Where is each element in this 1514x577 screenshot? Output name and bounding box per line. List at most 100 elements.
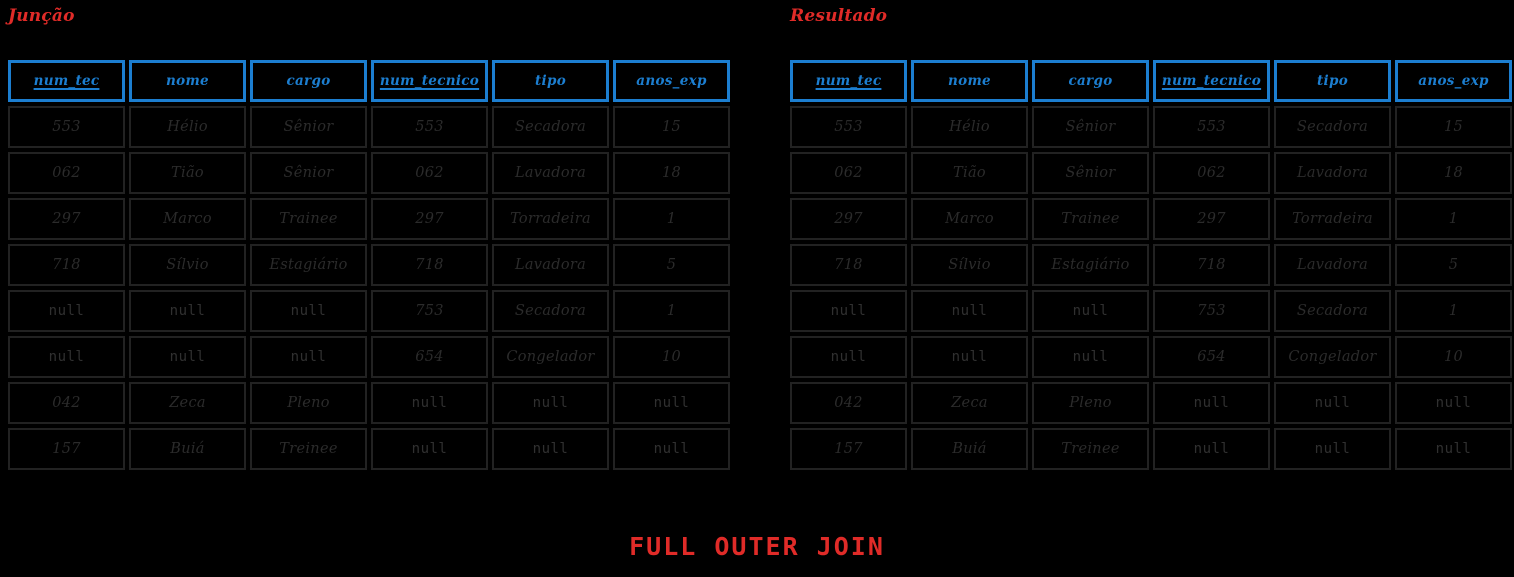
table-cell: 553 — [8, 106, 125, 148]
table-cell: null — [129, 290, 246, 332]
table-cell: Lavadora — [1274, 244, 1391, 286]
table-row: 157 Buiá Treinee null null null — [8, 428, 730, 470]
table-row: null null null 654 Congelador 10 — [790, 336, 1512, 378]
table-cell: Sílvio — [911, 244, 1028, 286]
table-row: null null null 753 Secadora 1 — [8, 290, 730, 332]
column-header-nome[interactable]: nome — [129, 60, 246, 102]
table-cell: null — [371, 428, 488, 470]
table-cell: Secadora — [1274, 290, 1391, 332]
column-header-label: anos_exp — [1418, 73, 1489, 89]
column-header-tipo[interactable]: tipo — [492, 60, 609, 102]
table-cell: 718 — [1153, 244, 1270, 286]
table-row: 553 Hélio Sênior 553 Secadora 15 — [790, 106, 1512, 148]
table-cell: 718 — [790, 244, 907, 286]
table-cell: null — [1153, 382, 1270, 424]
table-cell: 1 — [1395, 290, 1512, 332]
table-cell: null — [1032, 290, 1149, 332]
table-cell: 553 — [790, 106, 907, 148]
table-cell: null — [1395, 428, 1512, 470]
table-row: 297 Marco Trainee 297 Torradeira 1 — [8, 198, 730, 240]
table-row: 157 Buiá Treinee null null null — [790, 428, 1512, 470]
table-cell: Estagiário — [250, 244, 367, 286]
table-row: 718 Sílvio Estagiário 718 Lavadora 5 — [790, 244, 1512, 286]
table-cell: Sênior — [1032, 152, 1149, 194]
table-cell: null — [1395, 382, 1512, 424]
table-cell: null — [1032, 336, 1149, 378]
column-header-label: nome — [166, 73, 209, 89]
table-cell: null — [129, 336, 246, 378]
column-header-anos_exp[interactable]: anos_exp — [1395, 60, 1512, 102]
table-row: 718 Sílvio Estagiário 718 Lavadora 5 — [8, 244, 730, 286]
table-cell: Lavadora — [1274, 152, 1391, 194]
table-row: 062 Tião Sênior 062 Lavadora 18 — [790, 152, 1512, 194]
table-cell: null — [1274, 428, 1391, 470]
table-cell: Torradeira — [1274, 198, 1391, 240]
table-cell: 042 — [790, 382, 907, 424]
table-cell: 1 — [1395, 198, 1512, 240]
column-header-cargo[interactable]: cargo — [250, 60, 367, 102]
table-cell: 157 — [790, 428, 907, 470]
table-cell: null — [1274, 382, 1391, 424]
table-cell: Treinee — [250, 428, 367, 470]
table-cell: 18 — [1395, 152, 1512, 194]
column-header-nome[interactable]: nome — [911, 60, 1028, 102]
column-header-label: num_tecnico — [1161, 73, 1262, 89]
table-cell: null — [1153, 428, 1270, 470]
table-cell: 062 — [8, 152, 125, 194]
column-header-anos_exp[interactable]: anos_exp — [613, 60, 730, 102]
table-cell: null — [911, 290, 1028, 332]
result-table-title: Resultado — [790, 6, 888, 26]
join-type-caption: FULL OUTER JOIN — [629, 532, 885, 561]
table-cell: null — [8, 336, 125, 378]
table-cell: Sênior — [1032, 106, 1149, 148]
column-header-num_tec[interactable]: num_tec — [790, 60, 907, 102]
table-cell: 062 — [371, 152, 488, 194]
table-cell: Congelador — [492, 336, 609, 378]
table-cell: Lavadora — [492, 244, 609, 286]
table-cell: 553 — [1153, 106, 1270, 148]
table-cell: Zeca — [911, 382, 1028, 424]
table-cell: Treinee — [1032, 428, 1149, 470]
table-cell: 654 — [1153, 336, 1270, 378]
column-header-tipo[interactable]: tipo — [1274, 60, 1391, 102]
table-cell: 062 — [1153, 152, 1270, 194]
table-cell: Sênior — [250, 152, 367, 194]
table-cell: Trainee — [1032, 198, 1149, 240]
table-cell: null — [371, 382, 488, 424]
column-header-label: cargo — [1068, 73, 1113, 89]
column-header-label: tipo — [1316, 73, 1348, 89]
column-header-cargo[interactable]: cargo — [1032, 60, 1149, 102]
table-cell: null — [8, 290, 125, 332]
column-header-label: tipo — [534, 73, 566, 89]
column-header-num_tecnico[interactable]: num_tecnico — [1153, 60, 1270, 102]
table-cell: 297 — [1153, 198, 1270, 240]
column-header-num_tec[interactable]: num_tec — [8, 60, 125, 102]
table-cell: null — [250, 336, 367, 378]
table-row: null null null 654 Congelador 10 — [8, 336, 730, 378]
table-cell: null — [613, 382, 730, 424]
table-cell: Trainee — [250, 198, 367, 240]
table-row: 553 Hélio Sênior 553 Secadora 15 — [8, 106, 730, 148]
column-header-num_tecnico[interactable]: num_tecnico — [371, 60, 488, 102]
column-header-label: num_tecnico — [379, 73, 480, 89]
table-row: 062 Tião Sênior 062 Lavadora 18 — [8, 152, 730, 194]
table-cell: null — [492, 428, 609, 470]
table-row: 297 Marco Trainee 297 Torradeira 1 — [790, 198, 1512, 240]
table-cell: 297 — [371, 198, 488, 240]
table-cell: Tião — [911, 152, 1028, 194]
table-cell: null — [613, 428, 730, 470]
table-cell: Pleno — [1032, 382, 1149, 424]
table-cell: 10 — [613, 336, 730, 378]
table-cell: 553 — [371, 106, 488, 148]
table-cell: 157 — [8, 428, 125, 470]
table-cell: 042 — [8, 382, 125, 424]
table-cell: Marco — [129, 198, 246, 240]
column-header-label: anos_exp — [636, 73, 707, 89]
table-cell: Buiá — [129, 428, 246, 470]
table-cell: Secadora — [1274, 106, 1391, 148]
table-cell: null — [250, 290, 367, 332]
column-header-label: cargo — [286, 73, 331, 89]
table-cell: 5 — [1395, 244, 1512, 286]
table-cell: 15 — [613, 106, 730, 148]
column-header-label: num_tec — [815, 73, 882, 89]
